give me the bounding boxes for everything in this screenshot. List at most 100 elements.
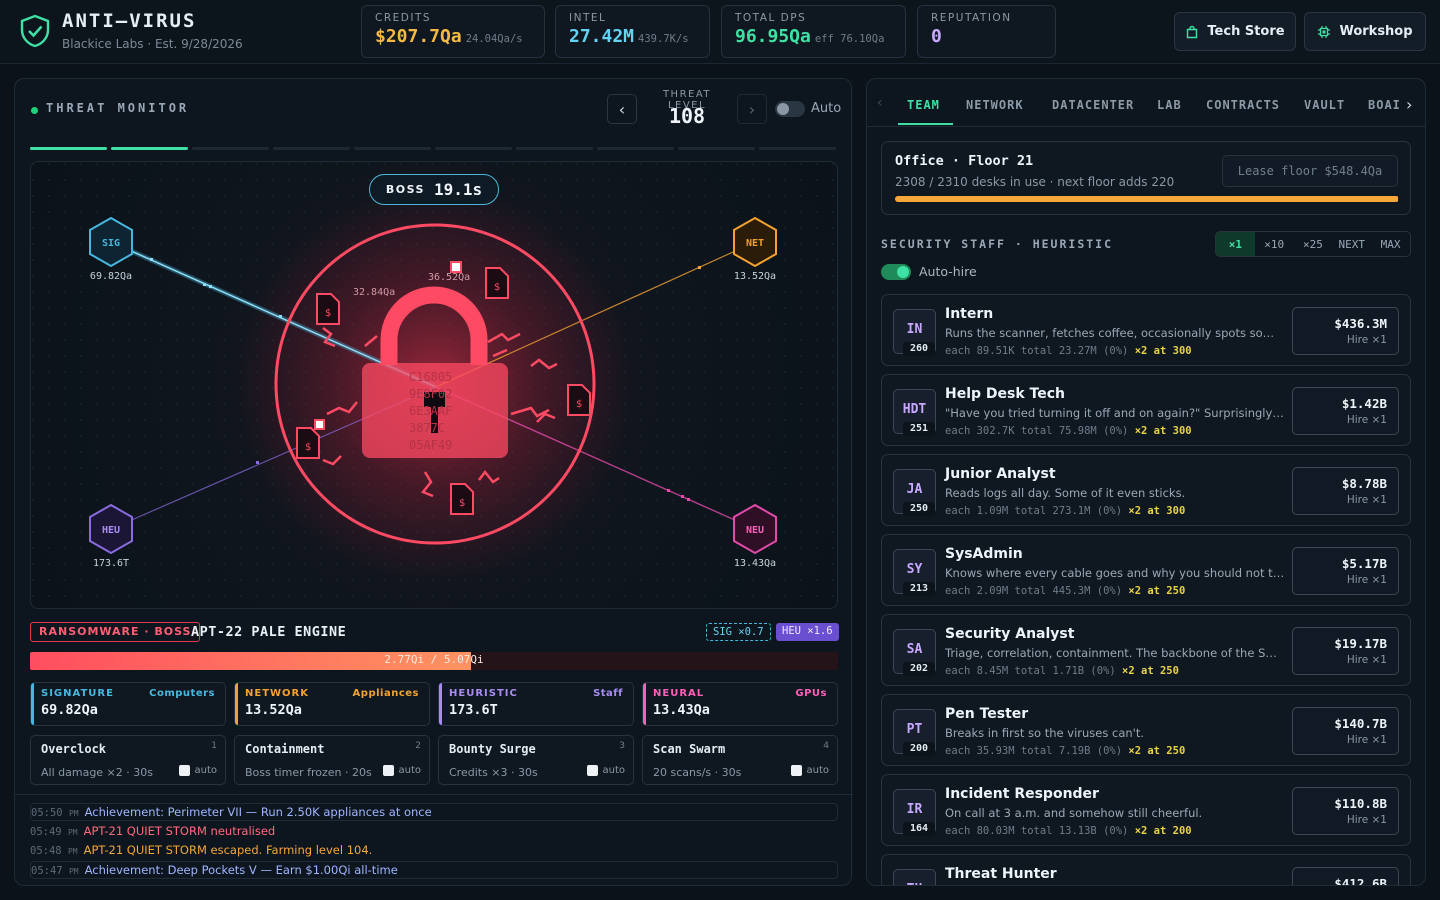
staff-each: 2.09M [976,585,1009,597]
staff-total: 13.13B [1058,825,1097,837]
ability-card[interactable]: Scan Swarm 4 20 scans/s · 30s auto [642,735,838,785]
hex-node-value: 173.6T [92,558,130,569]
auto-toggle[interactable] [775,101,805,117]
chevron-left-icon[interactable]: ‹ [877,95,883,111]
next-level-button[interactable]: › [737,94,767,124]
management-panel: ‹ TEAM NETWORK DATACENTER LAB CONTRACTS VAULT… [866,78,1426,886]
ability-card[interactable]: Containment 2 Boss timer frozen · 20s auto [234,735,430,785]
multiplier-option[interactable]: NEXT [1332,232,1371,256]
damage-card: SIGNATURE Computers 69.82Qa [30,682,226,726]
auto-checkbox[interactable]: auto [587,765,625,776]
staff-desc: Triage, correlation, containment. The ba… [945,646,1285,660]
staff-pct: (0%) [1103,425,1129,437]
log-time: 05:49 PM [30,826,78,838]
auto-checkbox[interactable]: auto [383,765,421,776]
auto-hire-toggle[interactable] [881,264,911,280]
staff-row: SA 202 Security Analyst Triage, correlation… [881,614,1411,686]
staff-desc: "Have you tried turning it off and on ag… [945,406,1285,420]
card-accent [439,683,442,725]
svg-text:$: $ [576,399,582,410]
hire-button[interactable]: $436.3M Hire ×1 [1292,307,1399,355]
auto-label: Auto [811,101,842,116]
staff-row: JA 250 Junior Analyst Reads logs all day. S… [881,454,1411,526]
staff-count: 200 [903,742,935,756]
hire-price: $140.7B [1334,716,1387,731]
hire-qty: Hire ×1 [1346,814,1387,826]
ability-card[interactable]: Overclock 1 All damage ×2 · 30s auto [30,735,226,785]
threat-level-value: 108 [668,104,706,128]
log-text: Achievement: Deep Pockets V — Earn $1.00… [84,863,398,877]
staff-next-bonus: ×2 at 300 [1134,345,1192,357]
ability-hotkey: 1 [211,741,217,751]
staff-next-bonus: ×2 at 250 [1128,585,1186,597]
stat-label: TOTAL DPS [735,12,807,24]
hire-button[interactable]: $1.42B Hire ×1 [1292,387,1399,435]
hire-button[interactable]: $110.8B Hire ×1 [1292,787,1399,835]
workshop-button[interactable]: Workshop [1304,12,1426,51]
lease-floor-button[interactable]: Lease floor $548.4Qa [1222,155,1398,187]
chip-icon [1318,25,1331,38]
stat-label: INTEL [569,12,607,24]
multiplier-option[interactable]: ×10 [1255,232,1294,256]
stat-reputation: REPUTATION 0 [917,5,1056,58]
svg-text:$: $ [305,442,311,453]
tab-team[interactable]: TEAM [907,98,940,112]
hire-price: $8.78B [1341,476,1387,491]
health-text: 2.77Qi / 5.07Qi [384,653,484,666]
packet-icon [314,419,325,430]
chevron-right-icon[interactable]: › [1406,95,1412,114]
log-time: 05:47 PM [31,865,79,877]
log-text: APT-21 QUIET STORM escaped. Farming leve… [83,843,373,857]
staff-row: TH Threat Hunter $412.6B [881,854,1411,885]
hire-button[interactable]: $19.17B Hire ×1 [1292,627,1399,675]
tab-datacenter[interactable]: DATACENTER [1052,98,1134,112]
auto-checkbox[interactable]: auto [179,765,217,776]
staff-next-bonus: ×2 at 250 [1122,665,1179,677]
staff-pct: (0%) [1103,345,1129,357]
hire-button[interactable]: $140.7B Hire ×1 [1292,707,1399,755]
prev-level-button[interactable]: ‹ [607,94,637,124]
hire-button[interactable]: $8.78B Hire ×1 [1292,467,1399,515]
tab-contracts[interactable]: CONTRACTS [1206,98,1280,112]
log-clock: 05:48 [30,845,62,857]
multiplier-option[interactable]: ×1 [1216,232,1255,256]
staff-next-bonus: ×2 at 300 [1128,505,1186,517]
tech-store-button[interactable]: Tech Store [1174,12,1296,51]
tab-lab[interactable]: LAB [1157,98,1182,112]
tab-vault[interactable]: VAULT [1304,98,1345,112]
tab-boai[interactable]: BOAI [1368,98,1401,112]
staff-pct: (0%) [1103,825,1129,837]
damage-source: Computers [149,688,215,699]
multiplier-option[interactable]: ×25 [1294,232,1333,256]
toggle-knob [777,103,789,115]
hire-button[interactable]: $5.17B Hire ×1 [1292,547,1399,595]
ability-card[interactable]: Bounty Surge 3 Credits ×3 · 30s auto [438,735,634,785]
staff-name: Pen Tester [945,706,1029,722]
file-dollar-icon: $ [450,483,474,515]
staff-each: 8.45M [976,665,1009,677]
boss-label: BOSS [385,183,425,196]
auto-label: auto [806,765,829,776]
multiplier-option[interactable]: MAX [1371,232,1410,256]
auto-checkbox[interactable]: auto [791,765,829,776]
staff-next-bonus: ×2 at 200 [1134,825,1192,837]
hire-button[interactable]: $412.6B [1292,867,1399,885]
stat-value: 27.42M 439.7K/s [569,26,696,47]
tab-bar: ‹ TEAM NETWORK DATACENTER LAB CONTRACTS VAULT… [867,79,1425,127]
chevron-right-icon: › [748,99,756,119]
hire-price: $5.17B [1341,556,1387,571]
log-ampm: PM [68,867,79,876]
log-text: Achievement: Perimeter VII — Run 2.50K a… [84,805,432,819]
stat-value: 0 [931,26,1042,47]
hex-line: 6E3AAF [409,404,452,418]
progress-segment [597,147,674,150]
staff-total: 23.27M [1058,345,1097,357]
hire-price: $436.3M [1334,316,1387,331]
shield-check-icon [20,14,50,48]
hex-node-label: SIG [102,238,120,249]
staff-desc: On call at 3 a.m. and somehow still chee… [945,806,1203,820]
staff-badge: TH [893,869,936,885]
staff-total: 445.3M [1052,585,1091,597]
tab-network[interactable]: NETWORK [966,98,1024,112]
damage-value: 173.6T [449,702,498,718]
